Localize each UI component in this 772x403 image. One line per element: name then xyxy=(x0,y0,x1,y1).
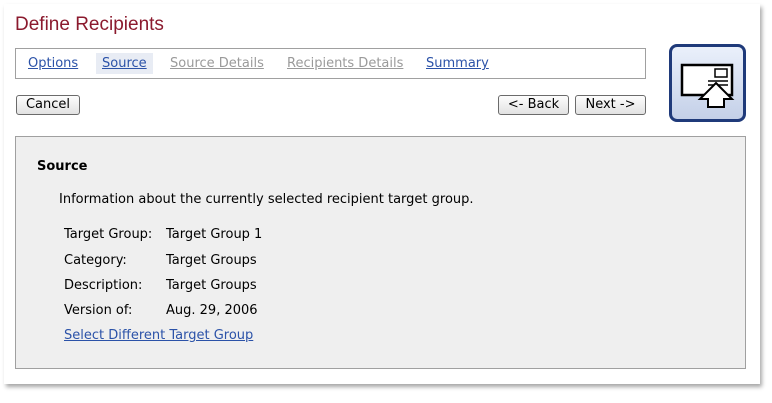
field-label: Category: xyxy=(64,253,127,268)
select-different-target-group-link[interactable]: Select Different Target Group xyxy=(64,328,253,343)
field-label: Description: xyxy=(64,278,143,293)
tab-summary[interactable]: Summary xyxy=(420,53,495,74)
section-description: Information about the currently selected… xyxy=(59,192,474,207)
field-row-target-group: Target Group: Target Group 1 xyxy=(64,227,262,242)
field-row-category: Category: Target Groups xyxy=(64,253,257,268)
tab-source[interactable]: Source xyxy=(96,53,153,74)
wizard-tab-bar: Options Source Source Details Recipients… xyxy=(15,48,646,79)
page-title: Define Recipients xyxy=(15,14,164,35)
field-label: Version of: xyxy=(64,303,133,318)
field-row-description: Description: Target Groups xyxy=(64,278,257,293)
field-value: Aug. 29, 2006 xyxy=(166,303,258,318)
field-value: Target Group 1 xyxy=(166,227,263,242)
field-label: Target Group: xyxy=(64,227,153,242)
field-value: Target Groups xyxy=(166,253,257,268)
next-button[interactable]: Next -> xyxy=(575,95,646,115)
back-button[interactable]: <- Back xyxy=(498,95,569,115)
cancel-button[interactable]: Cancel xyxy=(16,95,80,115)
tab-options[interactable]: Options xyxy=(22,53,84,74)
field-row-version-of: Version of: Aug. 29, 2006 xyxy=(64,303,258,318)
section-title: Source xyxy=(37,159,88,174)
tab-source-details: Source Details xyxy=(170,56,264,71)
define-recipients-wizard-icon xyxy=(669,44,746,122)
tab-recipients-details: Recipients Details xyxy=(287,56,404,71)
field-value: Target Groups xyxy=(166,278,257,293)
source-content-panel: Source Information about the currently s… xyxy=(15,136,746,369)
